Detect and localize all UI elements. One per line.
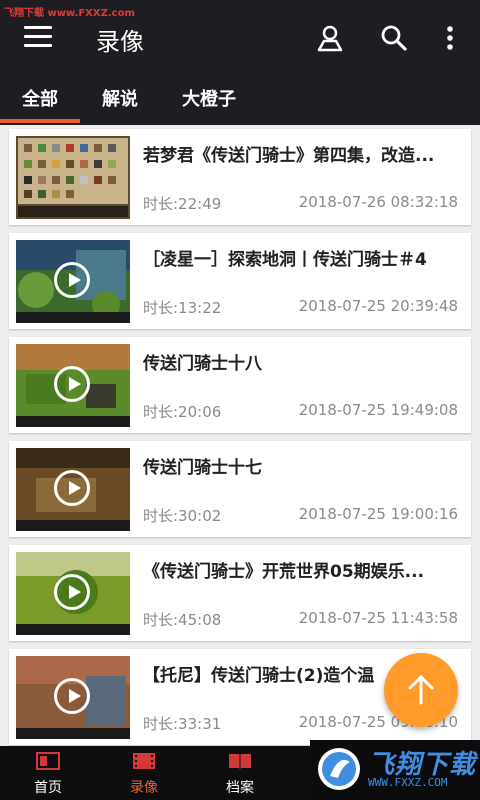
play-icon xyxy=(54,366,90,402)
tab-indicator xyxy=(0,119,80,123)
video-thumbnail xyxy=(16,136,130,219)
video-thumbnail xyxy=(16,240,130,323)
video-date: 2018-07-25 19:49:08 xyxy=(298,401,458,419)
tab-commentary[interactable]: 解说 xyxy=(82,76,158,125)
video-card[interactable]: 传送门骑士十八 时长:20:06 2018-07-25 19:49:08 xyxy=(9,337,471,433)
video-thumbnail xyxy=(16,448,130,531)
video-card[interactable]: 若梦君《传送门骑士》第四集，改造... 时长:22:49 2018-07-26 … xyxy=(9,129,471,225)
book-icon xyxy=(229,754,251,769)
film-icon xyxy=(133,753,155,769)
play-icon xyxy=(54,574,90,610)
video-title: 传送门骑士十七 xyxy=(143,458,262,478)
play-icon xyxy=(54,262,90,298)
video-duration: 时长:45:08 xyxy=(143,611,222,629)
search-icon[interactable] xyxy=(378,22,410,54)
play-icon xyxy=(54,470,90,506)
scroll-to-top-button[interactable] xyxy=(384,653,458,727)
video-date: 2018-07-25 20:39:48 xyxy=(298,297,458,315)
video-card[interactable]: ［凌星一］探索地洞丨传送门骑士＃4 时长:13:22 2018-07-25 20… xyxy=(9,233,471,329)
video-card[interactable]: 传送门骑士十七 时长:30:02 2018-07-25 19:00:16 xyxy=(9,441,471,537)
arrow-up-icon xyxy=(408,675,434,705)
nav-item-videos[interactable]: 录像 xyxy=(96,746,192,800)
menu-icon[interactable] xyxy=(24,26,52,50)
nav-label: 录像 xyxy=(130,780,158,796)
nav-item-home[interactable]: 首页 xyxy=(0,746,96,800)
video-thumbnail xyxy=(16,344,130,427)
video-duration: 时长:20:06 xyxy=(143,403,222,421)
page-title: 录像 xyxy=(96,28,144,56)
fxxz-logo-icon xyxy=(318,748,360,790)
category-tabs: 全部 解说 大橙子 xyxy=(0,76,480,125)
video-date: 2018-07-26 08:32:18 xyxy=(298,193,458,211)
video-thumbnail xyxy=(16,552,130,635)
video-date: 2018-07-25 11:43:58 xyxy=(298,609,458,627)
video-duration: 时长:13:22 xyxy=(143,299,222,317)
video-title: 传送门骑士十八 xyxy=(143,354,262,374)
more-vert-icon[interactable] xyxy=(434,22,466,54)
tab-da-cheng-zi[interactable]: 大橙子 xyxy=(170,76,248,125)
video-duration: 时长:33:31 xyxy=(143,715,222,733)
home-icon xyxy=(36,752,60,770)
video-title: 《传送门骑士》开荒世界05期娱乐... xyxy=(143,562,425,582)
video-card[interactable]: 《传送门骑士》开荒世界05期娱乐... 时长:45:08 2018-07-25 … xyxy=(9,545,471,641)
watermark-logo: 飞翔下载 WWW.FXXZ.COM xyxy=(310,740,480,800)
tab-all[interactable]: 全部 xyxy=(0,76,80,125)
video-title: ［凌星一］探索地洞丨传送门骑士＃4 xyxy=(143,250,427,270)
nav-label: 档案 xyxy=(226,780,254,796)
play-icon xyxy=(54,678,90,714)
video-date: 2018-07-25 19:00:16 xyxy=(298,505,458,523)
watermark-top: 飞翔下载 www.FXXZ.com xyxy=(4,8,135,19)
user-icon[interactable] xyxy=(314,22,346,54)
video-duration: 时长:30:02 xyxy=(143,507,222,525)
watermark-url: WWW.FXXZ.COM xyxy=(368,776,448,789)
nav-label: 首页 xyxy=(34,780,62,796)
video-title: 若梦君《传送门骑士》第四集，改造... xyxy=(143,146,435,166)
nav-item-archive[interactable]: 档案 xyxy=(192,746,288,800)
video-thumbnail xyxy=(16,656,130,739)
video-duration: 时长:22:49 xyxy=(143,195,222,213)
